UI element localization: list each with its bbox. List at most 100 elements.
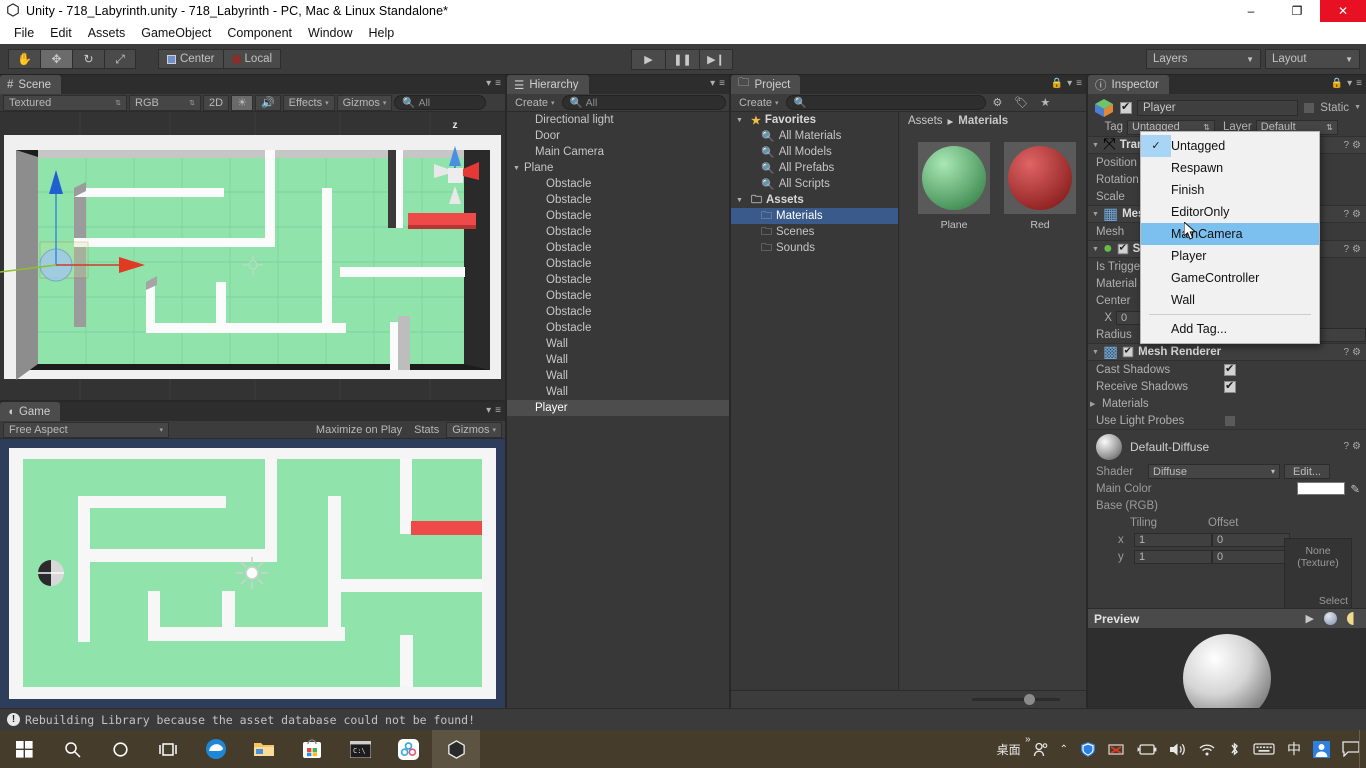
asset-item-plane[interactable]: Plane	[918, 142, 990, 231]
offset-y-field[interactable]: 0	[1212, 549, 1290, 564]
cloud-app-icon[interactable]	[384, 730, 432, 768]
menu-help[interactable]: Help	[360, 24, 402, 42]
preview-sphere-icon[interactable]	[1324, 612, 1337, 625]
scene-audio-toggle[interactable]: 🔊	[254, 94, 281, 111]
hierarchy-item-obstacle[interactable]: Obstacle	[507, 288, 729, 304]
step-button[interactable]: ▶❙	[699, 49, 733, 70]
lock-icon[interactable]: 🔒	[1051, 78, 1063, 89]
receive-shadows-checkbox[interactable]	[1224, 379, 1236, 393]
hierarchy-item-directional-light[interactable]: Directional light	[507, 112, 729, 128]
microsoft-store-icon[interactable]	[288, 730, 336, 768]
menu-assets[interactable]: Assets	[80, 24, 134, 42]
task-view-icon[interactable]	[144, 730, 192, 768]
hierarchy-item-door[interactable]: Door	[507, 128, 729, 144]
hierarchy-item-wall[interactable]: Wall	[507, 336, 729, 352]
menu-edit[interactable]: Edit	[42, 24, 80, 42]
project-zoom-slider[interactable]	[731, 690, 1086, 708]
edge-icon[interactable]	[192, 730, 240, 768]
tag-option-respawn[interactable]: Respawn	[1141, 157, 1319, 179]
texture-select-button[interactable]: Select	[1319, 595, 1348, 607]
filter-by-label-icon[interactable]: 🏷	[1009, 95, 1033, 111]
offset-x-field[interactable]: 0	[1212, 532, 1290, 547]
foldout-arrow-icon[interactable]: ▼	[1092, 142, 1099, 149]
hierarchy-item-obstacle[interactable]: Obstacle	[507, 192, 729, 208]
edit-shader-button[interactable]: Edit...	[1284, 464, 1330, 479]
ime-indicator[interactable]: 中	[1281, 730, 1307, 768]
tab-project[interactable]: 🗀 Project	[731, 75, 801, 94]
bluetooth-icon[interactable]	[1222, 730, 1247, 768]
pause-button[interactable]: ❚❚	[665, 49, 699, 70]
scene-tab-menu[interactable]: ▾ ≡	[486, 78, 501, 89]
scene-lighting-toggle[interactable]: ☀	[231, 94, 253, 111]
hierarchy-item-obstacle[interactable]: Obstacle	[507, 176, 729, 192]
user-icon[interactable]	[1307, 730, 1336, 768]
gameobject-enabled-checkbox[interactable]	[1120, 100, 1132, 114]
scene-viewport[interactable]: z	[0, 112, 505, 400]
play-icon[interactable]: ▶	[1306, 612, 1314, 625]
texture-slot[interactable]: None (Texture) Select	[1284, 538, 1352, 610]
foldout-arrow-icon[interactable]: ▼	[513, 165, 524, 172]
main-color-swatch[interactable]	[1297, 482, 1346, 495]
scene-effects-dropdown[interactable]: Effects ▾	[282, 94, 335, 111]
hierarchy-create-button[interactable]: Create ▾	[510, 95, 560, 111]
scene-search-input[interactable]: 🔍 All	[394, 95, 487, 110]
project-tree[interactable]: ▼ ★ Favorites 🔍 All Materials 🔍 All Models 🔍 All…	[731, 112, 899, 690]
file-explorer-icon[interactable]	[240, 730, 288, 768]
zoom-knob[interactable]	[1024, 694, 1035, 705]
foldout-arrow-icon[interactable]: ▼	[736, 197, 747, 204]
tag-option-maincamera[interactable]: MainCamera	[1141, 223, 1319, 245]
volume-icon[interactable]	[1163, 730, 1192, 768]
help-icon[interactable]: ?	[1343, 244, 1349, 255]
use-light-probes-checkbox[interactable]	[1224, 414, 1236, 427]
hierarchy-item-wall[interactable]: Wall	[507, 384, 729, 400]
asset-item-red[interactable]: Red	[1004, 142, 1076, 231]
hierarchy-item-obstacle[interactable]: Obstacle	[507, 304, 729, 320]
project-tree-item-all-materials[interactable]: 🔍 All Materials	[731, 128, 898, 144]
favorite-star-icon[interactable]: ★	[1035, 95, 1055, 111]
tag-option-wall[interactable]: Wall	[1141, 289, 1319, 311]
project-create-button[interactable]: Create ▾	[734, 95, 784, 111]
inspector-tab-menu[interactable]: 🔒 ▾ ≡	[1331, 78, 1362, 89]
game-tab-menu[interactable]: ▾ ≡	[486, 405, 501, 416]
hand-tool-icon[interactable]: ✋	[8, 49, 40, 69]
project-tab-menu[interactable]: 🔒 ▾ ≡	[1051, 78, 1082, 89]
shield-icon[interactable]	[1074, 730, 1102, 768]
wifi-icon[interactable]	[1192, 730, 1222, 768]
maximize-button[interactable]: ❐	[1274, 0, 1320, 22]
component-header-mesh-renderer[interactable]: ▼ ▩ Mesh Renderer ?⚙	[1088, 343, 1366, 361]
tag-option-untagged[interactable]: ✓ Untagged	[1141, 135, 1319, 157]
hierarchy-item-obstacle[interactable]: Obstacle	[507, 240, 729, 256]
project-tree-item-all-prefabs[interactable]: 🔍 All Prefabs	[731, 160, 898, 176]
tag-option-editoronly[interactable]: EditorOnly	[1141, 201, 1319, 223]
show-desktop-button[interactable]	[1359, 730, 1366, 768]
hierarchy-item-obstacle[interactable]: Obstacle	[507, 208, 729, 224]
hierarchy-item-obstacle[interactable]: Obstacle	[507, 272, 729, 288]
layout-dropdown[interactable]: Layout ▼	[1265, 49, 1360, 69]
eyedropper-icon[interactable]: ✎	[1350, 482, 1360, 496]
minimize-button[interactable]: –	[1228, 0, 1274, 22]
maximize-on-play-toggle[interactable]: Maximize on Play	[311, 422, 407, 438]
hierarchy-item-obstacle[interactable]: Obstacle	[507, 256, 729, 272]
stats-toggle[interactable]: Stats	[409, 422, 444, 438]
project-tree-item-materials[interactable]: 🗀 Materials	[731, 208, 898, 224]
keyboard-icon[interactable]	[1247, 730, 1281, 768]
gameobject-name-field[interactable]: Player	[1137, 99, 1299, 116]
tray-chevron-icon[interactable]: ⌃	[1054, 730, 1074, 768]
tag-dropdown-menu[interactable]: ✓ Untagged Respawn Finish EditorOnly MainCame…	[1140, 131, 1320, 344]
terminal-icon[interactable]: C:\	[336, 730, 384, 768]
gear-icon[interactable]: ⚙	[1352, 140, 1361, 151]
tiling-y-field[interactable]: 1	[1134, 549, 1212, 564]
project-tree-item-assets[interactable]: ▼ 🗀 Assets	[731, 192, 898, 208]
project-tree-item-favorites[interactable]: ▼ ★ Favorites	[731, 112, 898, 128]
hierarchy-list[interactable]: Directional light Door Main Camera ▼ Plane Ob…	[507, 112, 729, 416]
hierarchy-search-input[interactable]: 🔍 All	[561, 95, 726, 110]
cortana-icon[interactable]	[96, 730, 144, 768]
preview-viewport[interactable]	[1088, 628, 1366, 708]
foldout-arrow-icon[interactable]: ▶	[1090, 400, 1102, 408]
status-bar[interactable]: ! Rebuilding Library because the asset d…	[0, 708, 1366, 730]
hierarchy-item-wall[interactable]: Wall	[507, 368, 729, 384]
help-icon[interactable]: ?	[1343, 441, 1349, 452]
help-icon[interactable]: ?	[1343, 209, 1349, 220]
project-search-input[interactable]: 🔍	[785, 95, 986, 110]
tab-hierarchy[interactable]: ☰ Hierarchy	[507, 75, 589, 94]
